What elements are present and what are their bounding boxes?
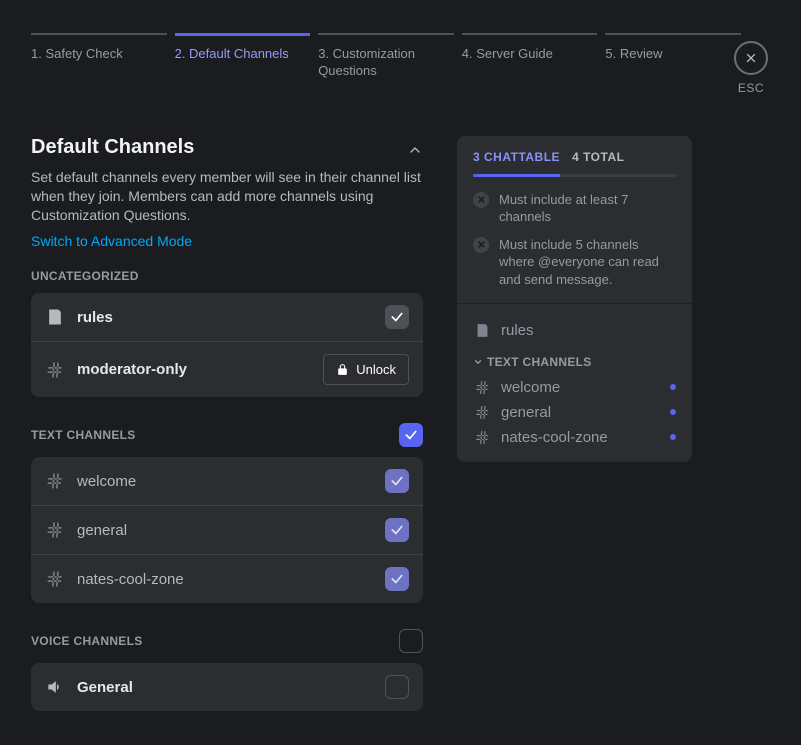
hash-icon [45,520,65,540]
channel-checkbox[interactable] [385,675,409,699]
category-checkbox[interactable] [399,423,423,447]
unlock-button[interactable]: Unlock [323,354,409,385]
chevron-down-icon [473,357,483,367]
summary-channel-label: welcome [501,379,560,396]
page-title: Default Channels [31,136,194,159]
category-checkbox[interactable] [399,629,423,653]
step-default-channels[interactable]: 2. Default Channels [175,33,311,80]
channel-name: nates-cool-zone [77,571,373,588]
lock-icon [336,363,349,376]
summary-channel-general: general [473,400,676,425]
check-icon [390,474,404,488]
step-safety-check[interactable]: 1. Safety Check [31,33,167,80]
category-voice-group: General [31,663,423,711]
category-text-group: welcome general nates-cool-zone [31,457,423,603]
channel-checkbox[interactable] [385,518,409,542]
check-icon [404,428,418,442]
summary-channel-label: general [501,404,551,421]
channel-row-welcome[interactable]: welcome [31,457,423,505]
requirement-item: Must include 5 channels where @everyone … [473,236,676,289]
channel-checkbox[interactable] [385,567,409,591]
channel-row-rules[interactable]: rules [31,293,423,341]
category-label: UNCATEGORIZED [31,269,139,283]
channel-name: welcome [77,473,373,490]
step-server-guide[interactable]: 4. Server Guide [462,33,598,80]
summary-channel-welcome: welcome [473,375,676,400]
summary-channel-nates-cool-zone: nates-cool-zone [473,425,676,450]
rules-icon [45,307,65,327]
channel-row-nates-cool-zone[interactable]: nates-cool-zone [31,554,423,603]
channel-name: general [77,522,373,539]
channel-name: rules [77,309,373,326]
summary-channel-rules: rules [473,318,676,343]
check-icon [390,310,404,324]
category-uncategorized-header: UNCATEGORIZED [31,269,423,283]
channel-checkbox[interactable] [385,469,409,493]
step-customization-questions[interactable]: 3. Customization Questions [318,33,454,80]
summary-category-text[interactable]: TEXT CHANNELS [473,355,676,369]
rules-icon [473,322,491,339]
check-icon [390,523,404,537]
chattable-count: 3 CHATTABLE [473,150,560,164]
category-label: VOICE CHANNELS [31,634,143,648]
requirement-item: Must include at least 7 channels [473,191,676,226]
channel-checkbox[interactable] [385,305,409,329]
hash-icon [473,379,491,396]
summary-channel-label: rules [501,322,534,339]
summary-panel: 3 CHATTABLE 4 TOTAL Must include at leas… [457,136,692,462]
status-dot-icon [670,409,676,415]
switch-advanced-link[interactable]: Switch to Advanced Mode [31,233,192,249]
hash-icon [473,404,491,421]
total-count: 4 TOTAL [572,150,624,164]
channel-name: moderator-only [77,361,311,378]
category-uncategorized-group: rules moderator-only Unlock [31,293,423,397]
close-label: ESC [731,81,771,95]
step-review[interactable]: 5. Review [605,33,741,80]
category-voice-header: VOICE CHANNELS [31,629,423,653]
category-text-header: TEXT CHANNELS [31,423,423,447]
channel-row-voice-general[interactable]: General [31,663,423,711]
speaker-icon [45,677,65,697]
category-label: TEXT CHANNELS [31,428,136,442]
hash-icon [45,360,65,380]
channel-row-general[interactable]: general [31,505,423,554]
hash-icon [45,569,65,589]
close-icon [744,51,758,65]
collapse-toggle[interactable] [407,142,423,163]
status-dot-icon [670,384,676,390]
x-circle-icon [473,192,489,208]
section-description: Set default channels every member will s… [31,168,423,225]
channel-row-moderator-only[interactable]: moderator-only Unlock [31,341,423,397]
hash-icon [473,429,491,446]
steps-header: 1. Safety Check 2. Default Channels 3. C… [0,0,801,80]
summary-channel-label: nates-cool-zone [501,429,608,446]
status-dot-icon [670,434,676,440]
close-button[interactable] [734,41,768,75]
progress-bar [473,174,676,177]
chevron-up-icon [407,142,423,158]
x-circle-icon [473,237,489,253]
hash-icon [45,471,65,491]
check-icon [390,572,404,586]
channel-name: General [77,679,373,696]
